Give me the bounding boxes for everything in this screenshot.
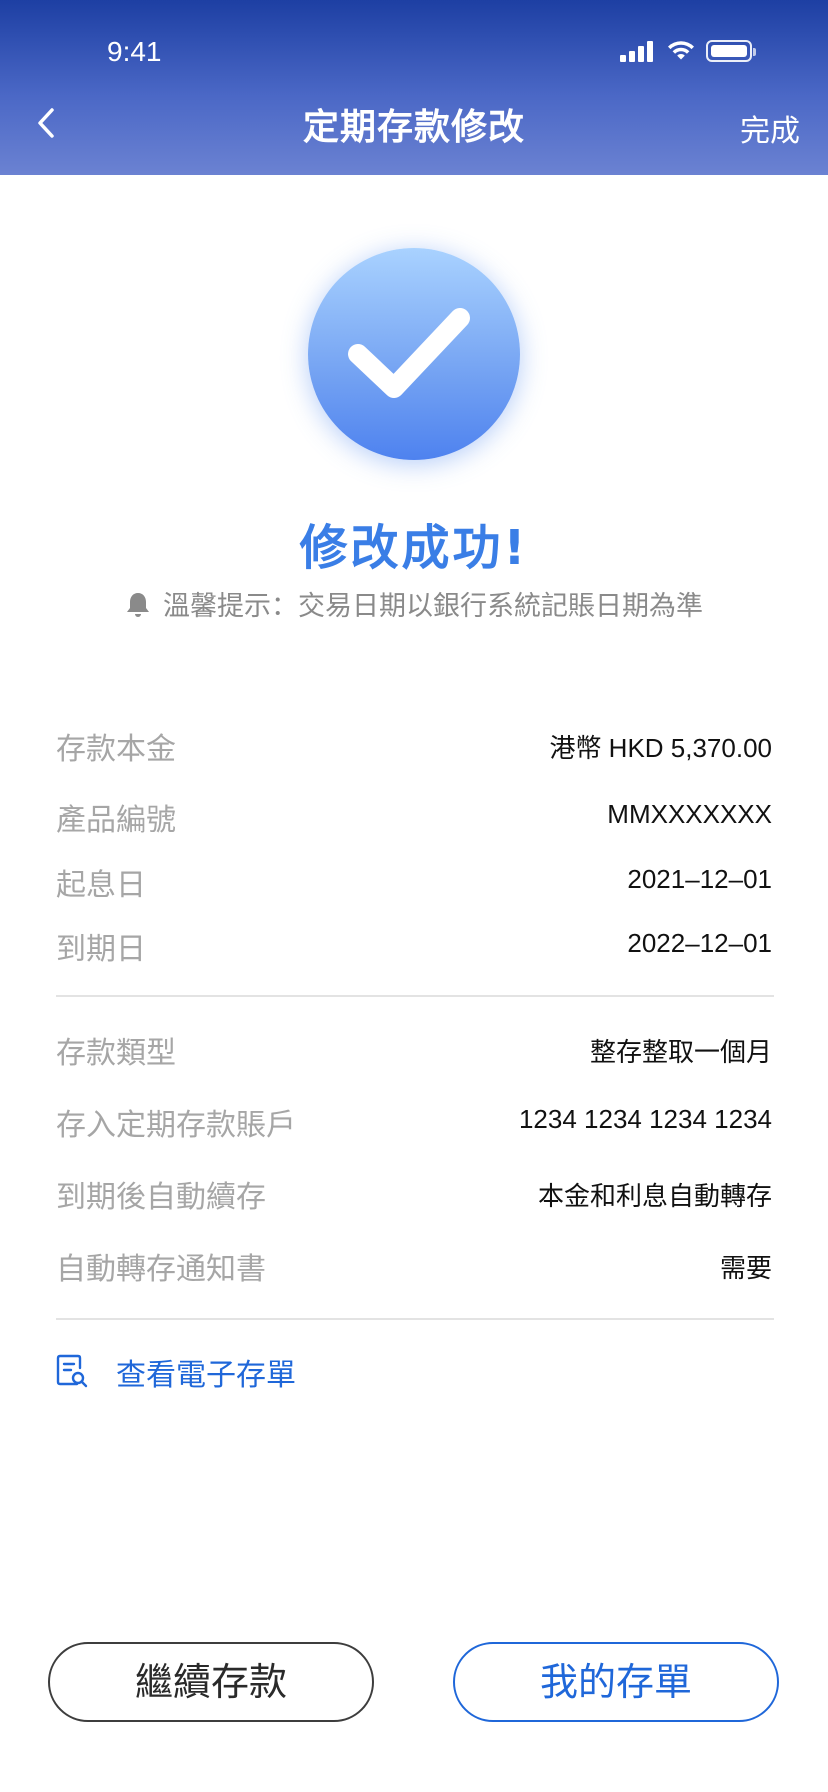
continue-deposit-button[interactable]: 繼續存款 — [48, 1642, 374, 1722]
detail-label: 產品編號 — [56, 803, 176, 838]
detail-row-principal: 存款本金 港幣 HKD 5,370.00 — [56, 724, 772, 767]
detail-value: 整存整取一個月 — [589, 1037, 772, 1067]
divider — [56, 1318, 774, 1320]
done-button[interactable]: 完成 — [740, 106, 800, 150]
detail-value: 2021–12–01 — [627, 864, 772, 894]
detail-row-auto-renewal: 到期後自動續存 本金和利息自動轉存 — [56, 1172, 772, 1215]
detail-row-maturity-date: 到期日 2022–12–01 — [56, 924, 772, 967]
detail-value: 需要 — [719, 1253, 772, 1283]
view-deposit-receipt-label: 查看電子存單 — [116, 1358, 296, 1393]
detail-label: 存款類型 — [56, 1036, 176, 1071]
wifi-icon — [668, 41, 694, 60]
detail-row-deposit-type: 存款類型 整存整取一個月 — [56, 1028, 772, 1071]
checkmark-icon — [348, 308, 470, 398]
battery-icon — [706, 40, 756, 62]
header: 9:41 定期存款修改 完成 — [0, 0, 828, 175]
tip-row: 溫馨提示：交易日期以銀行系統記賬日期為準 — [0, 584, 828, 623]
success-icon — [308, 248, 520, 460]
success-title: 修改成功! — [299, 520, 529, 576]
detail-value: 港幣 HKD 5,370.00 — [549, 733, 772, 763]
status-time: 9:41 — [107, 36, 162, 67]
detail-label: 起息日 — [56, 868, 146, 903]
detail-label: 到期日 — [56, 932, 146, 967]
bell-icon — [127, 593, 149, 617]
tip-text: 溫馨提示：交易日期以銀行系統記賬日期為準 — [163, 591, 703, 622]
divider — [56, 995, 774, 997]
signal-icon — [620, 40, 656, 62]
detail-label: 自動轉存通知書 — [56, 1252, 266, 1287]
detail-row-value-date: 起息日 2021–12–01 — [56, 860, 772, 903]
document-search-icon — [56, 1354, 88, 1388]
detail-row-renewal-notice: 自動轉存通知書 需要 — [56, 1244, 772, 1287]
my-deposits-button[interactable]: 我的存單 — [453, 1642, 779, 1722]
detail-label: 存入定期存款賬戶 — [56, 1108, 296, 1143]
detail-value: 1234 1234 1234 1234 — [518, 1104, 772, 1134]
detail-label: 到期後自動續存 — [56, 1180, 266, 1215]
status-icons — [620, 38, 760, 64]
detail-value: 本金和利息自動轉存 — [537, 1181, 772, 1211]
detail-value: 2022–12–01 — [627, 928, 772, 958]
screen: 9:41 定期存款修改 完成 修改成功! 溫馨提示：交易日期以銀行系統記賬日期為… — [0, 0, 828, 1792]
detail-label: 存款本金 — [56, 732, 176, 767]
detail-row-product-number: 產品編號 MMXXXXXXX — [56, 795, 772, 838]
detail-value: MMXXXXXXX — [607, 799, 772, 829]
detail-row-deposit-account: 存入定期存款賬戶 1234 1234 1234 1234 — [56, 1100, 772, 1143]
view-deposit-receipt-link[interactable]: 查看電子存單 — [56, 1350, 356, 1394]
page-title: 定期存款修改 — [302, 107, 525, 148]
